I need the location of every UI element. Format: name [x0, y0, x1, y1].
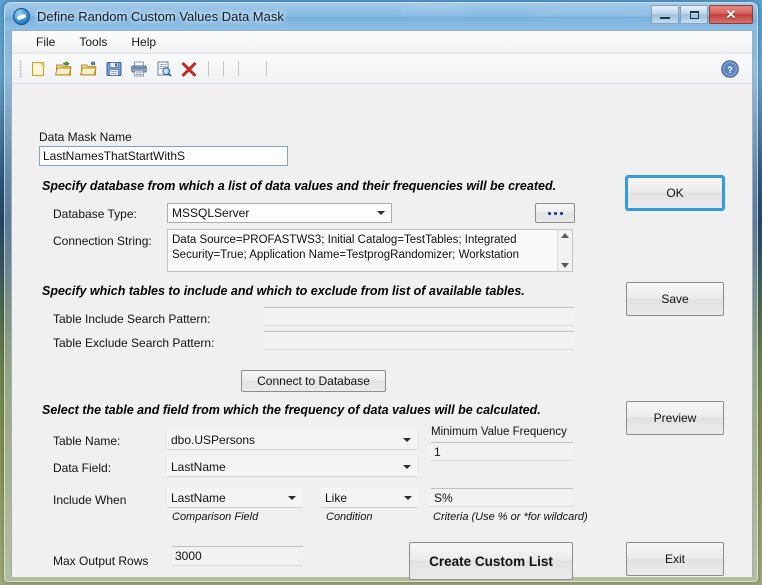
chevron-down-icon	[403, 464, 411, 469]
min-value-frequency-label: Minimum Value Frequency	[431, 426, 567, 438]
ellipsis-dot	[553, 211, 557, 215]
menu-item-help[interactable]: Help	[119, 32, 168, 52]
ellipsis-dot	[559, 211, 563, 215]
create-custom-list-button[interactable]: Create Custom List	[409, 542, 573, 580]
form-body: Data Mask Name Specify database from whi…	[12, 84, 752, 580]
minimize-button[interactable]	[651, 5, 679, 24]
new-document-button[interactable]	[26, 57, 51, 81]
condition-value: Like	[325, 490, 348, 505]
comparison-field-combo[interactable]: LastName	[167, 488, 302, 508]
client-area: File Tools Help ? Data Mask Name LastNam…	[11, 30, 753, 580]
open-folder-icon	[54, 60, 72, 75]
app-circle-icon	[13, 8, 30, 25]
toolbar-separator	[266, 61, 267, 76]
connection-string-textarea[interactable]: Data Source=PROFASTWS3; Initial Catalog=…	[167, 229, 573, 272]
table-name-label: Table Name:	[53, 434, 121, 448]
open-folder-alt-button[interactable]	[76, 57, 101, 81]
chevron-down-icon	[403, 437, 411, 442]
toolbar-separator	[223, 61, 224, 76]
table-include-input[interactable]	[264, 307, 574, 326]
minimize-icon	[660, 16, 670, 19]
save-floppy-icon	[106, 61, 121, 76]
close-button[interactable]: ✕	[709, 5, 753, 24]
section-tables-heading: Specify which tables to include and whic…	[42, 284, 525, 298]
toolbar-separator	[238, 61, 239, 76]
max-output-rows-input[interactable]	[172, 546, 303, 566]
max-output-rows-label: Max Output Rows	[53, 554, 149, 568]
section-database-heading: Specify database from which a list of da…	[42, 179, 557, 193]
data-mask-name-input[interactable]	[39, 146, 288, 166]
include-when-label: Include When	[53, 493, 127, 507]
open-folder-alt-icon	[79, 61, 97, 75]
maximize-icon	[689, 10, 699, 19]
table-name-value: dbo.USPersons	[171, 432, 256, 447]
data-field-combo[interactable]: LastName	[167, 457, 417, 477]
scroll-up-icon[interactable]	[561, 233, 569, 238]
condition-caption: Condition	[326, 511, 373, 523]
save-button-toolbar[interactable]	[101, 57, 126, 81]
connect-to-database-button[interactable]: Connect to Database	[241, 370, 386, 392]
database-type-label: Database Type:	[53, 207, 137, 221]
criteria-caption: Criteria (Use % or *for wildcard)	[433, 511, 588, 523]
comparison-field-caption: Comparison Field	[172, 511, 259, 523]
window-title: Define Random Custom Values Data Mask	[37, 9, 284, 24]
toolbar: ?	[12, 54, 752, 84]
browse-connection-button[interactable]	[535, 203, 575, 223]
close-icon: ✕	[725, 7, 737, 22]
new-document-icon	[31, 61, 45, 76]
table-include-label: Table Include Search Pattern:	[53, 312, 211, 326]
exit-button[interactable]: Exit	[626, 542, 724, 576]
scroll-down-icon[interactable]	[561, 263, 569, 268]
print-button[interactable]	[126, 57, 151, 81]
save-button[interactable]: Save	[626, 282, 724, 316]
ellipsis-dot	[547, 211, 551, 215]
delete-red-x-icon	[181, 61, 196, 77]
application-window: Define Random Custom Values Data Mask ✕ …	[4, 2, 758, 582]
maximize-button[interactable]	[680, 5, 708, 24]
open-folder-button[interactable]	[51, 57, 76, 81]
menu-item-tools[interactable]: Tools	[67, 32, 119, 52]
data-field-value: LastName	[171, 459, 226, 474]
toolbar-separator	[208, 61, 209, 76]
data-field-label: Data Field:	[53, 461, 112, 475]
comparison-field-value: LastName	[171, 490, 226, 505]
menu-bar: File Tools Help	[12, 31, 752, 54]
database-type-value: MSSQLServer	[172, 206, 250, 220]
menu-item-file[interactable]: File	[24, 32, 67, 52]
delete-button[interactable]	[176, 57, 201, 81]
table-exclude-input[interactable]	[264, 331, 574, 350]
chevron-down-icon	[377, 211, 385, 215]
section-field-heading: Select the table and field from which th…	[42, 403, 541, 417]
svg-text:?: ?	[727, 65, 733, 76]
connection-string-label: Connection String:	[53, 234, 152, 248]
print-preview-button[interactable]	[151, 57, 176, 81]
title-bar[interactable]: Define Random Custom Values Data Mask ✕	[5, 3, 757, 30]
window-controls: ✕	[651, 5, 753, 24]
chevron-down-icon	[288, 495, 296, 500]
help-question-icon: ?	[721, 60, 739, 78]
table-name-combo[interactable]: dbo.USPersons	[167, 430, 417, 450]
data-mask-name-label: Data Mask Name	[39, 130, 132, 144]
ok-button[interactable]: OK	[626, 176, 724, 210]
connection-string-scrollbar[interactable]	[557, 230, 572, 271]
help-button[interactable]: ?	[720, 59, 740, 79]
database-type-combo[interactable]: MSSQLServer	[167, 203, 392, 223]
toolbar-grip[interactable]	[19, 59, 22, 78]
chevron-down-icon	[404, 495, 412, 500]
min-value-frequency-input[interactable]	[431, 442, 573, 461]
criteria-input[interactable]	[431, 488, 573, 507]
condition-combo[interactable]: Like	[321, 488, 418, 508]
print-icon	[130, 61, 147, 76]
table-exclude-label: Table Exclude Search Pattern:	[53, 336, 215, 350]
preview-button[interactable]: Preview	[626, 401, 724, 435]
print-preview-icon	[157, 61, 172, 77]
